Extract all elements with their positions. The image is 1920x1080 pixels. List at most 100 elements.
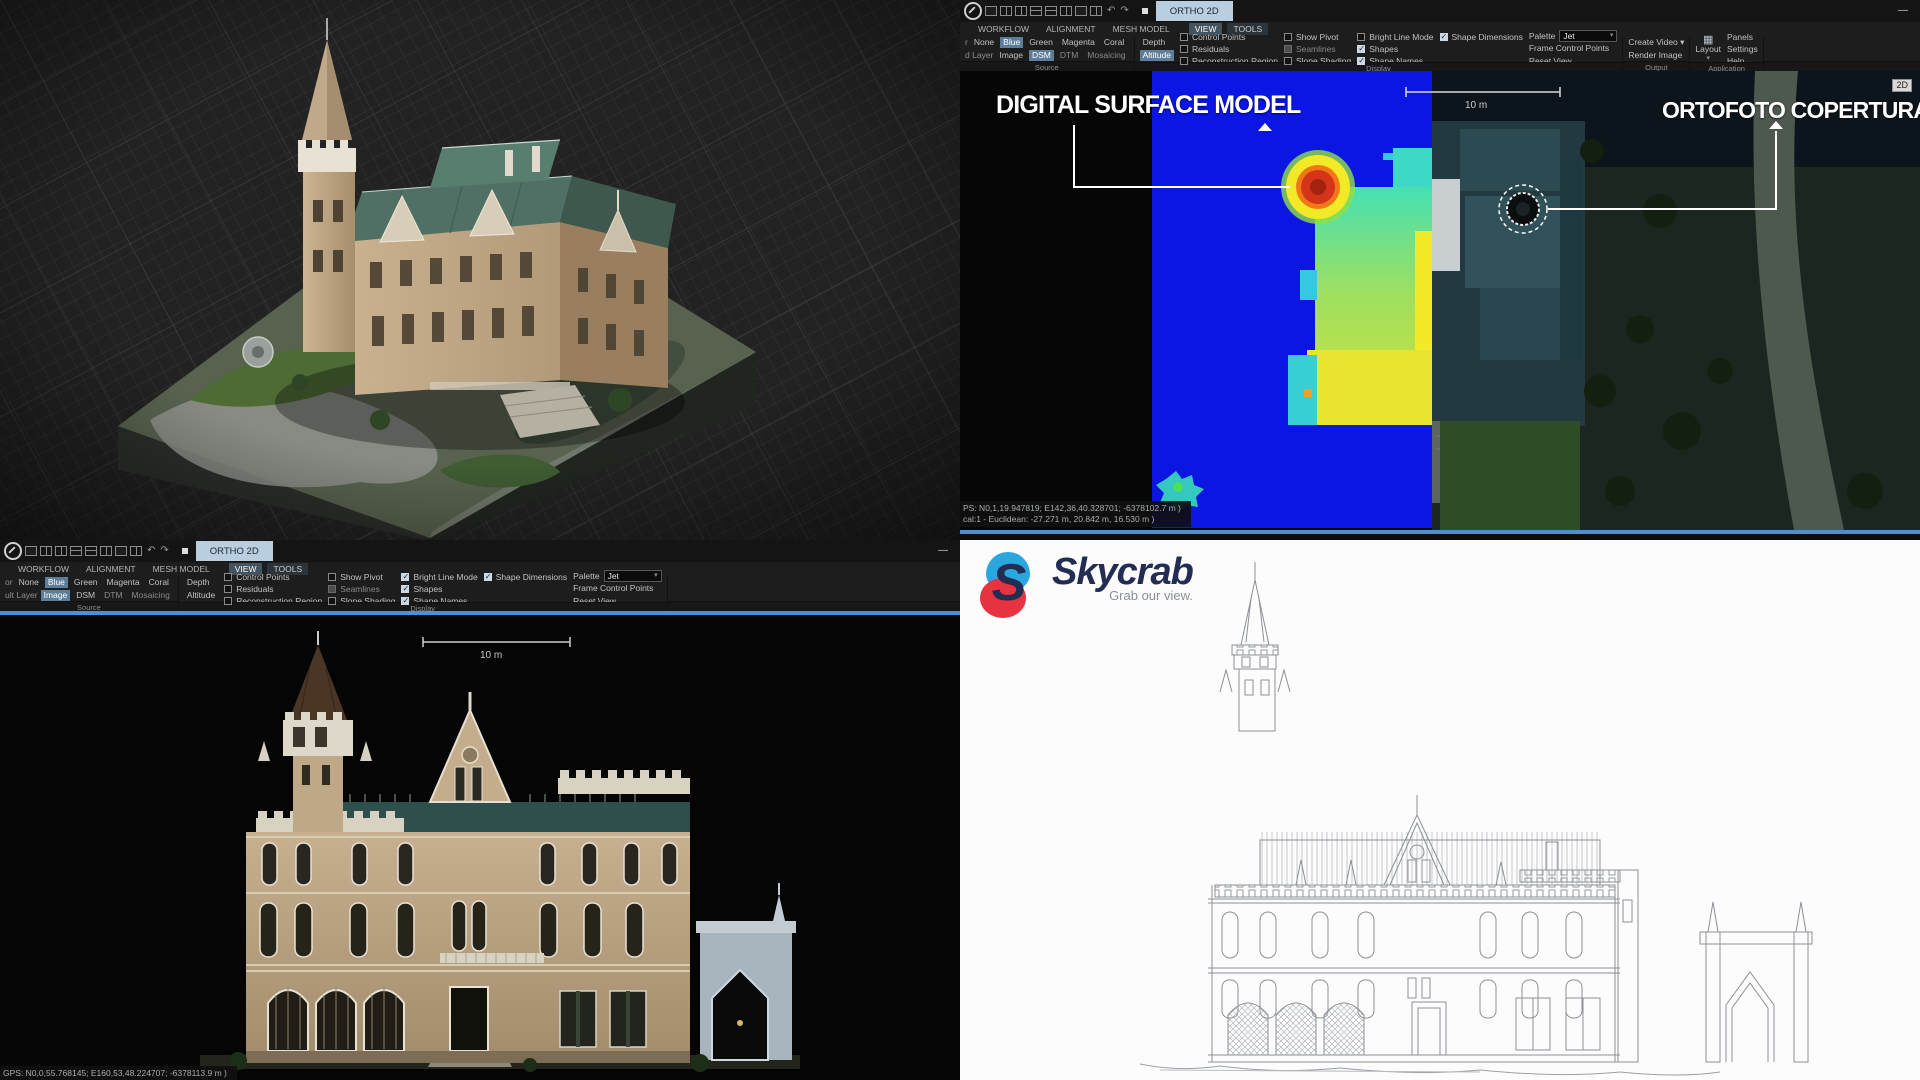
window-layout-icon[interactable] [55, 546, 67, 556]
mode-depth[interactable]: Depth [1140, 37, 1174, 48]
dsm-ortho-scene: 10 m [960, 71, 1920, 530]
redo-icon[interactable]: ↷ [160, 546, 168, 556]
option-magenta[interactable]: Magenta [1059, 37, 1098, 48]
checkbox-shapes[interactable]: Shapes [401, 584, 477, 594]
view-mode-badge[interactable]: 2D [1892, 79, 1912, 92]
source-row1-fragment: r [965, 37, 968, 47]
option-dsm[interactable]: DSM [1029, 50, 1054, 61]
option-blue[interactable]: Blue [1000, 37, 1023, 48]
checkbox-show-pivot[interactable]: Show Pivot [1284, 32, 1351, 42]
app-logo-icon[interactable] [964, 2, 982, 20]
window-layout-icon[interactable] [70, 546, 82, 556]
option-dsm[interactable]: DSM [73, 590, 98, 601]
window-layout-icon[interactable] [1015, 6, 1027, 16]
option-green[interactable]: Green [1026, 37, 1056, 48]
checkbox-residuals[interactable]: Residuals [1180, 44, 1278, 54]
ribbon-tab-workflow[interactable]: WORKFLOW [972, 23, 1035, 35]
mode-depth[interactable]: Depth [184, 577, 218, 588]
mode-altitude[interactable]: Altitude [184, 590, 218, 601]
option-mosaicing[interactable]: Mosaicing [129, 590, 173, 601]
ribbon-tab-row: WORKFLOW ALIGNMENT MESH MODEL VIEW TOOLS [0, 562, 960, 576]
option-none[interactable]: None [971, 37, 997, 48]
window-tab-bar: ↶ ↷ ORTHO 2D — [0, 540, 960, 562]
window-layout-icon[interactable] [115, 546, 127, 556]
app-logo-icon[interactable] [4, 542, 22, 560]
tab-ortho-2d[interactable]: ORTHO 2D [1156, 1, 1233, 21]
window-layout-icon[interactable] [85, 546, 97, 556]
checkbox-residuals[interactable]: Residuals [224, 584, 322, 594]
chevron-down-icon: ▾ [1680, 37, 1684, 47]
window-layout-icon[interactable] [1060, 6, 1072, 16]
checkbox-seamlines[interactable]: Seamlines [328, 584, 395, 594]
redo-icon[interactable]: ↷ [1120, 6, 1128, 16]
source-row2-fragment: d Layer [965, 50, 993, 60]
source-row1-fragment: or [5, 577, 13, 587]
option-image[interactable]: Image [996, 50, 1026, 61]
palette-label: Palette [573, 571, 599, 581]
layout-button[interactable]: ▦ Layout ▾ [1695, 35, 1721, 63]
status-gps: GPS: N0,0,55.768145; E160,53,48.224707; … [3, 1068, 227, 1079]
checkbox-show-pivot[interactable]: Show Pivot [328, 572, 395, 582]
checkbox-bright-line-mode[interactable]: Bright Line Mode [1357, 32, 1433, 42]
option-magenta[interactable]: Magenta [104, 577, 143, 588]
ribbon-tab-mesh-model[interactable]: MESH MODEL [1107, 23, 1176, 35]
chevron-down-icon: ▾ [654, 571, 658, 581]
checkbox-control-points[interactable]: Control Points [224, 572, 322, 582]
frame-control-points-button[interactable]: Frame Control Points [1529, 43, 1617, 54]
option-none[interactable]: None [16, 577, 42, 588]
ortho-facade-panel: ↶ ↷ ORTHO 2D — WORKFLOW ALIGNMENT MESH M… [0, 540, 960, 1080]
ribbon-tab-alignment[interactable]: ALIGNMENT [80, 563, 142, 575]
facade-ortho-viewport[interactable]: 10 m [0, 615, 960, 1080]
window-layout-icon[interactable] [100, 546, 112, 556]
option-coral[interactable]: Coral [146, 577, 172, 588]
checkbox-control-points[interactable]: Control Points [1180, 32, 1278, 42]
tab-ortho-2d[interactable]: ORTHO 2D [196, 541, 273, 561]
palette-select[interactable]: Jet▾ [1559, 30, 1617, 42]
window-layout-icon[interactable] [1075, 6, 1087, 16]
render-image-button[interactable]: Render Image [1628, 50, 1684, 61]
ribbon-tab-mesh-model[interactable]: MESH MODEL [147, 563, 216, 575]
ribbon-group-output: Create Video ▾ Render Image Output [1623, 36, 1690, 73]
window-layout-icon[interactable] [1000, 6, 1012, 16]
option-green[interactable]: Green [71, 577, 101, 588]
window-layout-icon[interactable] [40, 546, 52, 556]
status-euclidean: cal:1 - Euclidean: -27.271 m, 20.842 m, … [963, 514, 1181, 525]
ribbon-tab-workflow[interactable]: WORKFLOW [12, 563, 75, 575]
frame-control-points-button[interactable]: Frame Control Points [573, 583, 661, 594]
option-mosaicing[interactable]: Mosaicing [1084, 50, 1128, 61]
create-video-button[interactable]: Create Video ▾ [1628, 37, 1684, 48]
ribbon-tab-alignment[interactable]: ALIGNMENT [1040, 23, 1102, 35]
tab-pin-icon[interactable] [1142, 8, 1148, 14]
panels-button[interactable]: Panels [1727, 32, 1758, 43]
window-layout-icon[interactable] [1090, 6, 1102, 16]
mode-altitude[interactable]: Altitude [1140, 50, 1174, 61]
window-layout-icon[interactable] [130, 546, 142, 556]
window-layout-icon[interactable] [1030, 6, 1042, 16]
undo-icon[interactable]: ↶ [147, 546, 155, 556]
settings-button[interactable]: Settings [1727, 44, 1758, 55]
window-layout-icon[interactable] [1045, 6, 1057, 16]
tab-pin-icon[interactable] [182, 548, 188, 554]
scale-label: 10 m [1465, 100, 1487, 111]
status-bar: GPS: N0,0,55.768145; E160,53,48.224707; … [0, 1066, 237, 1080]
3d-model-viewport[interactable] [0, 0, 960, 540]
focus-border [960, 530, 1920, 534]
undo-icon[interactable]: ↶ [1107, 6, 1115, 16]
dsm-ortho-viewport[interactable]: 10 m DIGITAL SURFACE MODEL ORTOFOTO COPE… [960, 71, 1920, 530]
option-coral[interactable]: Coral [1101, 37, 1127, 48]
option-dtm[interactable]: DTM [1057, 50, 1081, 61]
option-dtm[interactable]: DTM [101, 590, 125, 601]
minimize-button[interactable]: — [1892, 6, 1914, 16]
checkbox-seamlines[interactable]: Seamlines [1284, 44, 1351, 54]
checkbox-shape-dimensions[interactable]: Shape Dimensions [484, 572, 567, 582]
window-layout-icon[interactable] [25, 546, 37, 556]
minimize-button[interactable]: — [932, 546, 954, 556]
checkbox-shape-dimensions[interactable]: Shape Dimensions [1440, 32, 1523, 42]
option-blue[interactable]: Blue [45, 577, 68, 588]
checkbox-shapes[interactable]: Shapes [1357, 44, 1433, 54]
option-image[interactable]: Image [41, 590, 71, 601]
window-layout-icon[interactable] [985, 6, 997, 16]
palette-select[interactable]: Jet▾ [604, 570, 662, 582]
checkbox-bright-line-mode[interactable]: Bright Line Mode [401, 572, 477, 582]
source-row2-fragment: ult Layer [5, 590, 38, 600]
